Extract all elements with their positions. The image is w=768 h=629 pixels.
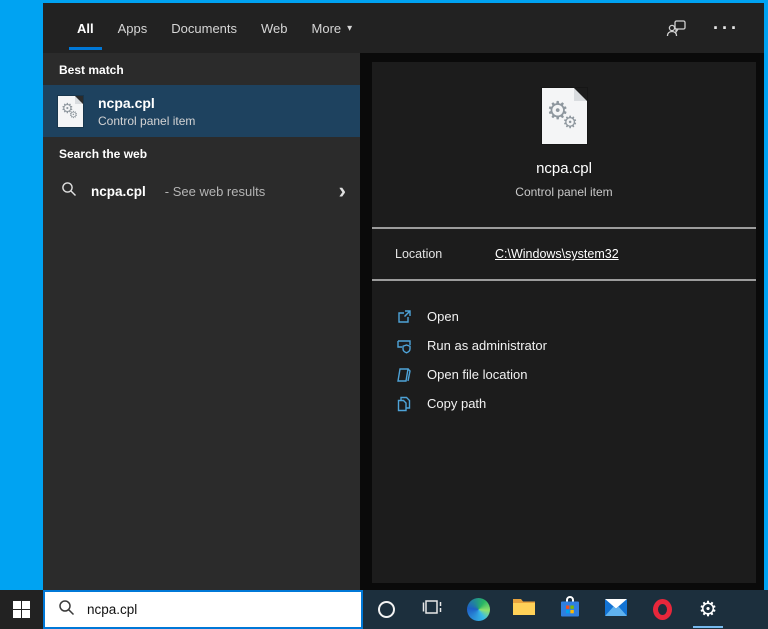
tab-documents-label: Documents	[171, 20, 238, 36]
chevron-right-icon: ›	[338, 178, 346, 203]
edge-button[interactable]	[455, 590, 501, 629]
windows-logo-icon	[12, 600, 31, 619]
action-open[interactable]: Open	[395, 302, 756, 331]
search-web-header: Search the web	[59, 147, 148, 161]
file-explorer-icon	[512, 597, 536, 622]
open-icon	[395, 308, 412, 325]
preview-card: ⚙ ⚙ ncpa.cpl Control panel item Location…	[372, 62, 756, 583]
web-suffix: - See web results	[164, 183, 266, 199]
task-view-icon	[422, 598, 442, 621]
action-run-as-admin[interactable]: Run as administrator	[395, 331, 756, 360]
more-options-icon[interactable]: ···	[713, 19, 740, 37]
results-list: Best match ⚙ ⚙ ncpa.cpl Control panel it…	[43, 53, 360, 590]
action-open-file-location[interactable]: Open file location	[395, 360, 756, 389]
result-subtitle: Control panel item	[98, 113, 196, 128]
search-tabbar: All Apps Documents Web More ▾ ···	[43, 3, 764, 53]
best-match-result[interactable]: ⚙ ⚙ ncpa.cpl Control panel item	[43, 85, 360, 137]
control-panel-file-icon: ⚙ ⚙	[58, 95, 83, 127]
tab-all-label: All	[77, 20, 94, 36]
action-label: Run as administrator	[427, 338, 547, 353]
opera-button[interactable]	[639, 590, 685, 629]
feedback-icon[interactable]	[666, 19, 687, 38]
cortana-icon	[377, 601, 395, 618]
opera-icon	[652, 599, 672, 620]
result-title: ncpa.cpl	[98, 94, 155, 111]
search-flyout: All Apps Documents Web More ▾ ··· Best m…	[43, 3, 764, 590]
shield-icon	[395, 337, 412, 354]
tabbar-right-icons: ···	[666, 3, 764, 53]
microsoft-store-icon	[559, 596, 581, 623]
action-label: Copy path	[427, 396, 487, 411]
preview-title: ncpa.cpl	[536, 160, 592, 177]
gear-glyph: ⚙	[69, 109, 78, 121]
gear-glyph: ⚙	[562, 113, 578, 133]
preview-panel: ⚙ ⚙ ncpa.cpl Control panel item Location…	[360, 53, 764, 590]
control-panel-file-icon-large: ⚙ ⚙	[541, 88, 587, 144]
preview-subtitle: Control panel item	[515, 185, 613, 199]
action-label: Open file location	[427, 367, 528, 382]
location-row: Location C:\Windows\system32	[372, 229, 756, 279]
action-list: Open Run as administrator Open file loca…	[372, 281, 756, 418]
mail-icon	[604, 598, 628, 622]
tab-more[interactable]: More ▾	[300, 3, 365, 53]
cortana-button[interactable]	[363, 590, 409, 629]
edge-icon	[466, 598, 490, 621]
tab-documents[interactable]: Documents	[159, 3, 249, 53]
web-query: ncpa.cpl	[91, 183, 146, 199]
taskbar: ⚙	[0, 590, 768, 629]
tab-apps[interactable]: Apps	[106, 3, 160, 53]
mail-button[interactable]	[593, 590, 639, 629]
start-button[interactable]	[0, 590, 43, 629]
web-search-result[interactable]: ncpa.cpl - See web results ›	[43, 171, 360, 211]
file-explorer-button[interactable]	[501, 590, 547, 629]
location-link[interactable]: C:\Windows\system32	[495, 247, 619, 261]
tab-apps-label: Apps	[117, 20, 148, 36]
settings-button[interactable]: ⚙	[685, 590, 731, 629]
tab-web-label: Web	[261, 20, 288, 36]
settings-gear-icon: ⚙	[698, 597, 718, 621]
taskbar-search-box[interactable]	[43, 590, 363, 629]
location-label: Location	[395, 247, 443, 261]
chevron-down-icon: ▾	[347, 22, 353, 34]
action-copy-path[interactable]: Copy path	[395, 389, 756, 418]
tab-all[interactable]: All	[65, 3, 106, 53]
best-match-header: Best match	[59, 63, 124, 77]
taskbar-icons: ⚙	[363, 590, 768, 629]
search-icon	[58, 599, 75, 621]
microsoft-store-button[interactable]	[547, 590, 593, 629]
folder-icon	[395, 366, 412, 383]
search-input[interactable]	[87, 602, 327, 617]
tab-more-label: More	[311, 20, 342, 36]
search-icon	[61, 181, 77, 202]
copy-icon	[395, 395, 412, 412]
task-view-button[interactable]	[409, 590, 455, 629]
tab-web[interactable]: Web	[249, 3, 300, 53]
action-label: Open	[427, 309, 459, 324]
search-content: Best match ⚙ ⚙ ncpa.cpl Control panel it…	[43, 53, 764, 590]
